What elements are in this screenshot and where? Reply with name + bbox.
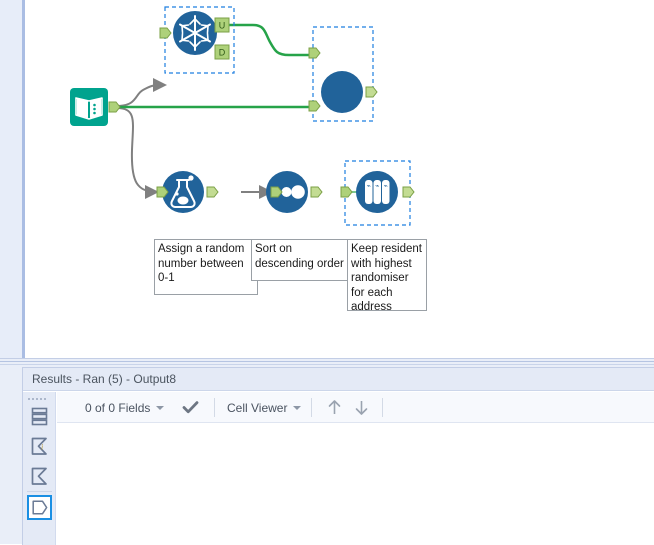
- connection-unique-to-join[interactable]: [227, 23, 313, 57]
- apply-fields-button[interactable]: [182, 392, 199, 423]
- connection-input-to-unique[interactable]: [116, 78, 167, 107]
- anchor-output-formula[interactable]: [206, 186, 219, 198]
- formula-tool[interactable]: [156, 171, 219, 213]
- workflow-diagram: U D ⌁ ⌁ ⌁: [70, 6, 415, 226]
- anchor-label-u: U: [219, 21, 226, 31]
- rail-grip-icon[interactable]: [28, 396, 51, 402]
- fields-selector[interactable]: 0 of 0 Fields: [85, 392, 165, 423]
- sigma-icon: [31, 467, 47, 485]
- rail-item-metadata[interactable]: [27, 464, 52, 489]
- horizontal-splitter[interactable]: [0, 358, 654, 365]
- unique-tool[interactable]: U D: [159, 6, 235, 74]
- annotation-sample[interactable]: Keep resident with highest randomiser fo…: [347, 239, 427, 313]
- canvas-left-gutter: [0, 0, 22, 358]
- results-title-bar[interactable]: Results - Ran (5) - Output8: [23, 368, 654, 391]
- anchor-output-sample[interactable]: [402, 186, 415, 198]
- anchor-output-input-data[interactable]: [108, 101, 121, 113]
- rail-item-output[interactable]: [27, 495, 52, 520]
- table-rows-icon: [31, 407, 48, 426]
- check-icon: [182, 401, 199, 414]
- results-pane: Results - Ran (5) - Output8 i 0 of 0 Fie…: [0, 365, 654, 545]
- rail-divider: [27, 491, 52, 492]
- arrow-down-icon: [355, 401, 368, 415]
- svg-text:i: i: [41, 443, 43, 452]
- rail-item-data[interactable]: [27, 404, 52, 429]
- toolbar-divider-2: [311, 398, 312, 417]
- scroll-down-button[interactable]: [352, 392, 371, 423]
- svg-text:⌁: ⌁: [375, 183, 379, 190]
- toolbar-divider-1: [214, 398, 215, 417]
- workflow-canvas[interactable]: U D ⌁ ⌁ ⌁ Assign a random number between…: [25, 0, 654, 358]
- results-icon-rail: i: [23, 392, 56, 545]
- pentagon-out-icon: [32, 500, 48, 515]
- connection-input-to-formula[interactable]: [116, 107, 159, 199]
- chevron-down-icon: [156, 405, 165, 410]
- cell-viewer-selector[interactable]: Cell Viewer: [227, 392, 302, 423]
- sort-tool[interactable]: [266, 171, 323, 213]
- anchor-input-join-1[interactable]: [308, 47, 321, 59]
- results-toolbar: 0 of 0 Fields Cell Viewer: [57, 392, 654, 423]
- cell-viewer-label: Cell Viewer: [227, 400, 288, 415]
- rail-item-profile[interactable]: i: [27, 434, 52, 459]
- results-data-grid[interactable]: [57, 423, 654, 545]
- anchor-label-d: D: [219, 48, 226, 58]
- anchor-input-unique[interactable]: [159, 27, 172, 39]
- annotation-formula[interactable]: Assign a random number between 0-1: [154, 239, 258, 295]
- toolbar-divider-3: [382, 398, 383, 417]
- results-title-text: Results - Ran (5) - Output8: [32, 372, 177, 386]
- chevron-down-icon: [293, 405, 302, 410]
- join-tool[interactable]: [308, 26, 378, 122]
- anchor-input-join-2[interactable]: [308, 100, 321, 112]
- results-window: Results - Ran (5) - Output8 i 0 of 0 Fie…: [22, 367, 654, 545]
- input-data-tool[interactable]: [70, 88, 121, 126]
- annotation-sort[interactable]: Sort on descending order: [251, 239, 355, 281]
- arrow-up-icon: [328, 400, 341, 414]
- anchor-output-join[interactable]: [365, 86, 378, 98]
- scroll-up-button[interactable]: [325, 392, 344, 423]
- anchor-output-sort[interactable]: [310, 186, 323, 198]
- svg-text:⌁: ⌁: [367, 183, 371, 190]
- sigma-i-icon: i: [31, 437, 47, 455]
- fields-label: 0 of 0 Fields: [85, 400, 151, 415]
- svg-text:⌁: ⌁: [384, 183, 388, 190]
- anchor-input-sample[interactable]: [340, 186, 353, 198]
